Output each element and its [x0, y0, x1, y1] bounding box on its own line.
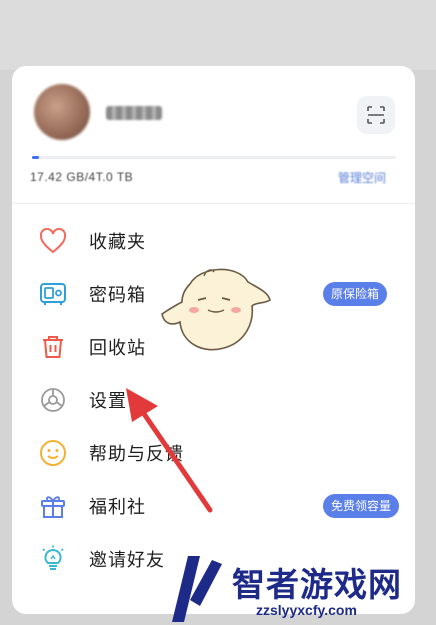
menu-item-favorites[interactable]: 收藏夹: [12, 214, 415, 267]
storage-usage-text: 17.42 GB/4T.0 TB: [30, 170, 134, 184]
red-pointer-arrow: [126, 388, 213, 513]
free-capacity-badge[interactable]: 免费领容量: [323, 493, 400, 518]
gear-icon: [38, 385, 68, 415]
menu-item-label: 邀请好友: [89, 549, 165, 570]
profile-section: 17.42 GB/4T.0 TB 管理空间: [12, 66, 415, 201]
watermark-title: 智者游戏网: [232, 566, 402, 603]
storage-progress-bar: [32, 156, 396, 159]
storage-progress-fill: [32, 156, 40, 159]
background-header-strip: [0, 0, 436, 70]
bulb-icon: [38, 544, 68, 574]
safe-icon: [38, 279, 68, 309]
mascot-sticker: [161, 268, 271, 351]
menu-item-label: 密码箱: [89, 284, 146, 305]
divider: [12, 203, 415, 204]
scan-button[interactable]: [357, 96, 395, 134]
manage-space-link[interactable]: 管理空间: [338, 169, 386, 186]
avatar[interactable]: [34, 84, 90, 140]
username-blurred[interactable]: [106, 106, 162, 120]
scan-icon: [367, 106, 385, 124]
smile-icon: [38, 438, 68, 468]
watermark-url: zzslyyxcfy.com: [256, 602, 357, 618]
safe-badge[interactable]: 原保险箱: [323, 281, 388, 306]
menu-item-label: 收藏夹: [89, 231, 146, 252]
watermark-logo-icon: [172, 556, 222, 622]
trash-icon: [38, 332, 68, 362]
menu-item-label: 回收站: [89, 337, 146, 358]
heart-icon: [38, 226, 68, 256]
gift-icon: [38, 491, 68, 521]
